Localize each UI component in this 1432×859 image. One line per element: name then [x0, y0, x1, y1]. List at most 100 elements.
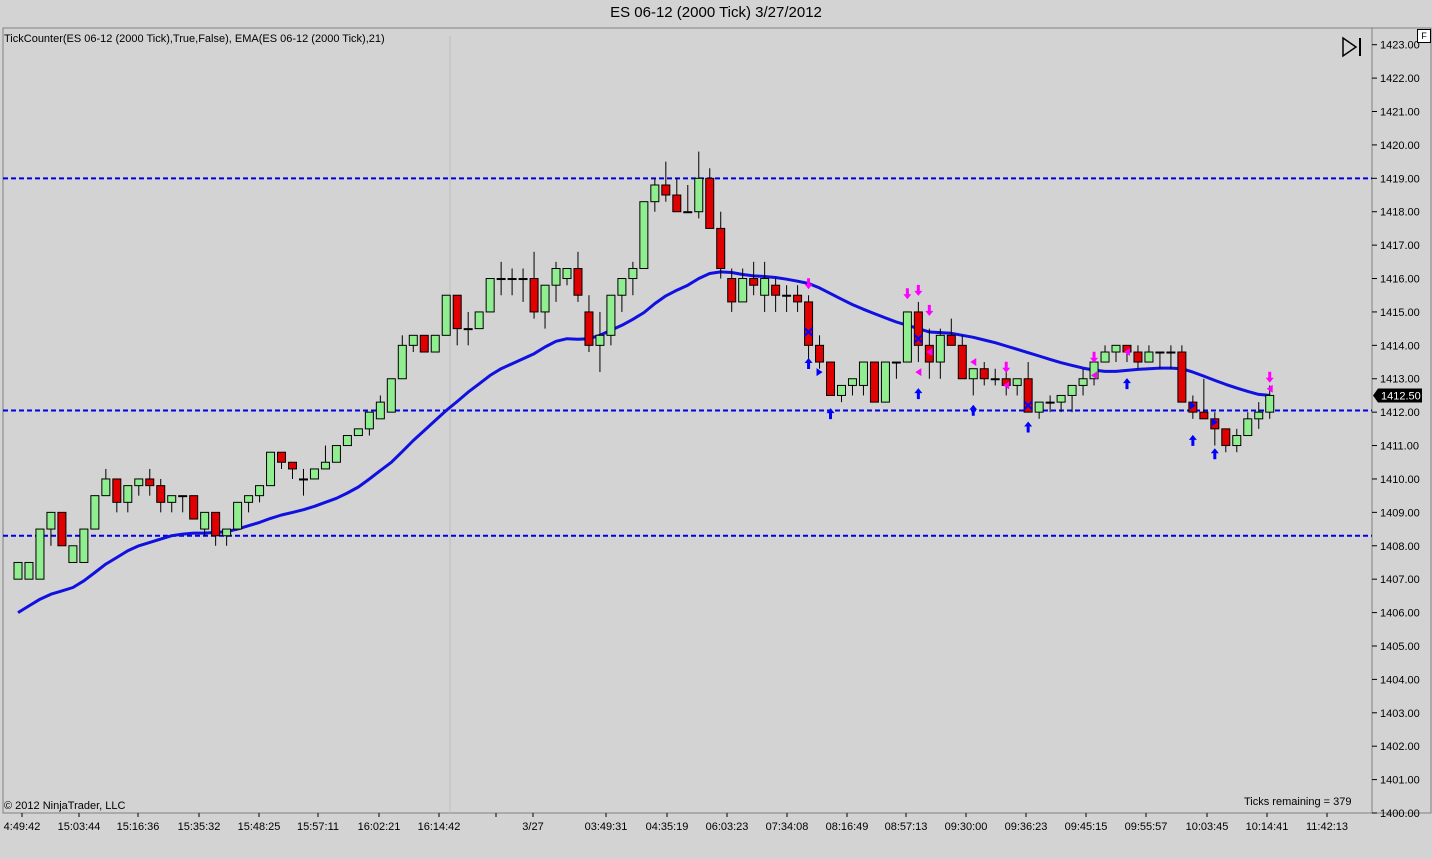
- candle-body: [309, 468, 319, 480]
- candle-body: [804, 301, 814, 346]
- y-tick-label: 1400.00: [1380, 808, 1420, 820]
- candle-body: [1155, 351, 1165, 354]
- candle-body: [397, 344, 407, 380]
- candle-body: [1221, 428, 1231, 447]
- candle-body: [749, 278, 759, 286]
- candle-body: [1199, 411, 1209, 420]
- candle-body: [288, 461, 297, 470]
- candle-body: [178, 495, 188, 498]
- candle-body: [793, 294, 803, 303]
- x-tick-label: 09:45:15: [1065, 821, 1108, 833]
- candle-body: [145, 478, 155, 487]
- candle-body: [1078, 378, 1088, 386]
- candle-body: [979, 368, 989, 380]
- candle-body: [650, 184, 660, 203]
- candle-body: [1177, 351, 1187, 403]
- candle-body: [463, 328, 473, 331]
- y-tick-label: 1422.00: [1380, 73, 1420, 85]
- candle-body: [134, 478, 144, 487]
- candle-body: [200, 511, 210, 530]
- candle-body: [562, 268, 572, 280]
- candle-body: [46, 511, 56, 530]
- candle-body: [167, 495, 177, 503]
- candle-body: [320, 461, 330, 470]
- candle-body: [880, 361, 890, 403]
- x-tick-label: 16:02:21: [358, 821, 401, 833]
- candle-body: [353, 428, 363, 437]
- candle-body: [123, 485, 133, 503]
- y-tick-label: 1419.00: [1380, 173, 1420, 185]
- candle-body: [79, 528, 89, 563]
- candle-body: [57, 511, 67, 547]
- candle-body: [573, 268, 583, 296]
- candle-body: [419, 334, 429, 353]
- y-tick-label: 1414.00: [1380, 340, 1420, 352]
- x-tick-label: 10:03:45: [1186, 821, 1229, 833]
- candle-body: [891, 361, 901, 364]
- candle-body: [430, 334, 440, 353]
- candle-body: [156, 485, 166, 503]
- y-tick-label: 1415.00: [1380, 307, 1420, 319]
- candle-body: [1012, 378, 1022, 386]
- x-tick-label: 4:49:42: [4, 821, 41, 833]
- x-tick-label: 3/27: [522, 821, 543, 833]
- candle-body: [1100, 351, 1110, 363]
- candle-body: [101, 478, 111, 497]
- candle-body: [957, 344, 967, 380]
- candle-body: [331, 445, 341, 463]
- candle-body: [595, 334, 605, 346]
- y-tick-label: 1417.00: [1380, 240, 1420, 252]
- candle-body: [266, 451, 276, 487]
- x-tick-label: 07:34:08: [766, 821, 809, 833]
- y-tick-label: 1421.00: [1380, 107, 1420, 119]
- candle-body: [474, 311, 484, 330]
- candle-body: [13, 561, 23, 580]
- candle-body: [507, 278, 517, 281]
- indicator-label: TickCounter(ES 06-12 (2000 Tick),True,Fa…: [4, 33, 385, 45]
- candle-body: [617, 278, 627, 296]
- candle-body: [858, 361, 868, 386]
- y-tick-label: 1411.00: [1380, 441, 1419, 453]
- candle-body: [672, 194, 682, 213]
- y-tick-label: 1401.00: [1380, 775, 1420, 787]
- candle-body: [255, 485, 265, 497]
- candle-body: [386, 378, 396, 413]
- candle-body: [782, 294, 792, 297]
- candle-body: [452, 294, 462, 330]
- candle-body: [1111, 344, 1121, 353]
- candle-body: [584, 311, 594, 346]
- x-tick-label: 08:57:13: [885, 821, 928, 833]
- candle-body: [847, 378, 857, 386]
- chart-window: ES 06-12 (2000 Tick) 3/27/2012 1400.00 14…: [0, 0, 1432, 859]
- price-chart[interactable]: 1400.00 1401.00 1402.00 1403.00 1404.00 1405.…: [0, 0, 1432, 859]
- candle-body: [815, 344, 825, 363]
- candle-body: [606, 294, 616, 336]
- candle-body: [277, 451, 287, 463]
- candle-body: [529, 278, 539, 313]
- candle-body: [935, 334, 945, 363]
- x-tick-label: 04:35:19: [646, 821, 689, 833]
- y-tick-label: 1412.00: [1380, 407, 1420, 419]
- y-tick-label: 1413.00: [1380, 374, 1420, 386]
- y-tick-label: 1423.00: [1380, 40, 1420, 52]
- y-tick-label: 1409.00: [1380, 507, 1420, 519]
- panel-f-button[interactable]: F: [1417, 29, 1431, 43]
- candle-body: [24, 561, 34, 580]
- candle-body: [1034, 401, 1044, 413]
- candle-body: [1056, 394, 1066, 403]
- candle-body: [837, 384, 846, 396]
- y-tick-label: 1406.00: [1380, 608, 1420, 620]
- candle-body: [946, 334, 956, 346]
- candle-body: [90, 495, 100, 530]
- candle-body: [727, 278, 737, 303]
- candle-body: [738, 278, 748, 303]
- x-tick-label: 15:57:11: [297, 821, 339, 833]
- candle-body: [1232, 435, 1242, 447]
- candle-body: [540, 284, 550, 313]
- candle-body: [694, 177, 704, 213]
- x-tick-label: 06:03:23: [706, 821, 749, 833]
- candle-body: [902, 311, 912, 363]
- x-tick-label: 15:16:36: [117, 821, 160, 833]
- candle-body: [716, 227, 726, 270]
- x-tick-label: 11:42:13: [1306, 821, 1348, 833]
